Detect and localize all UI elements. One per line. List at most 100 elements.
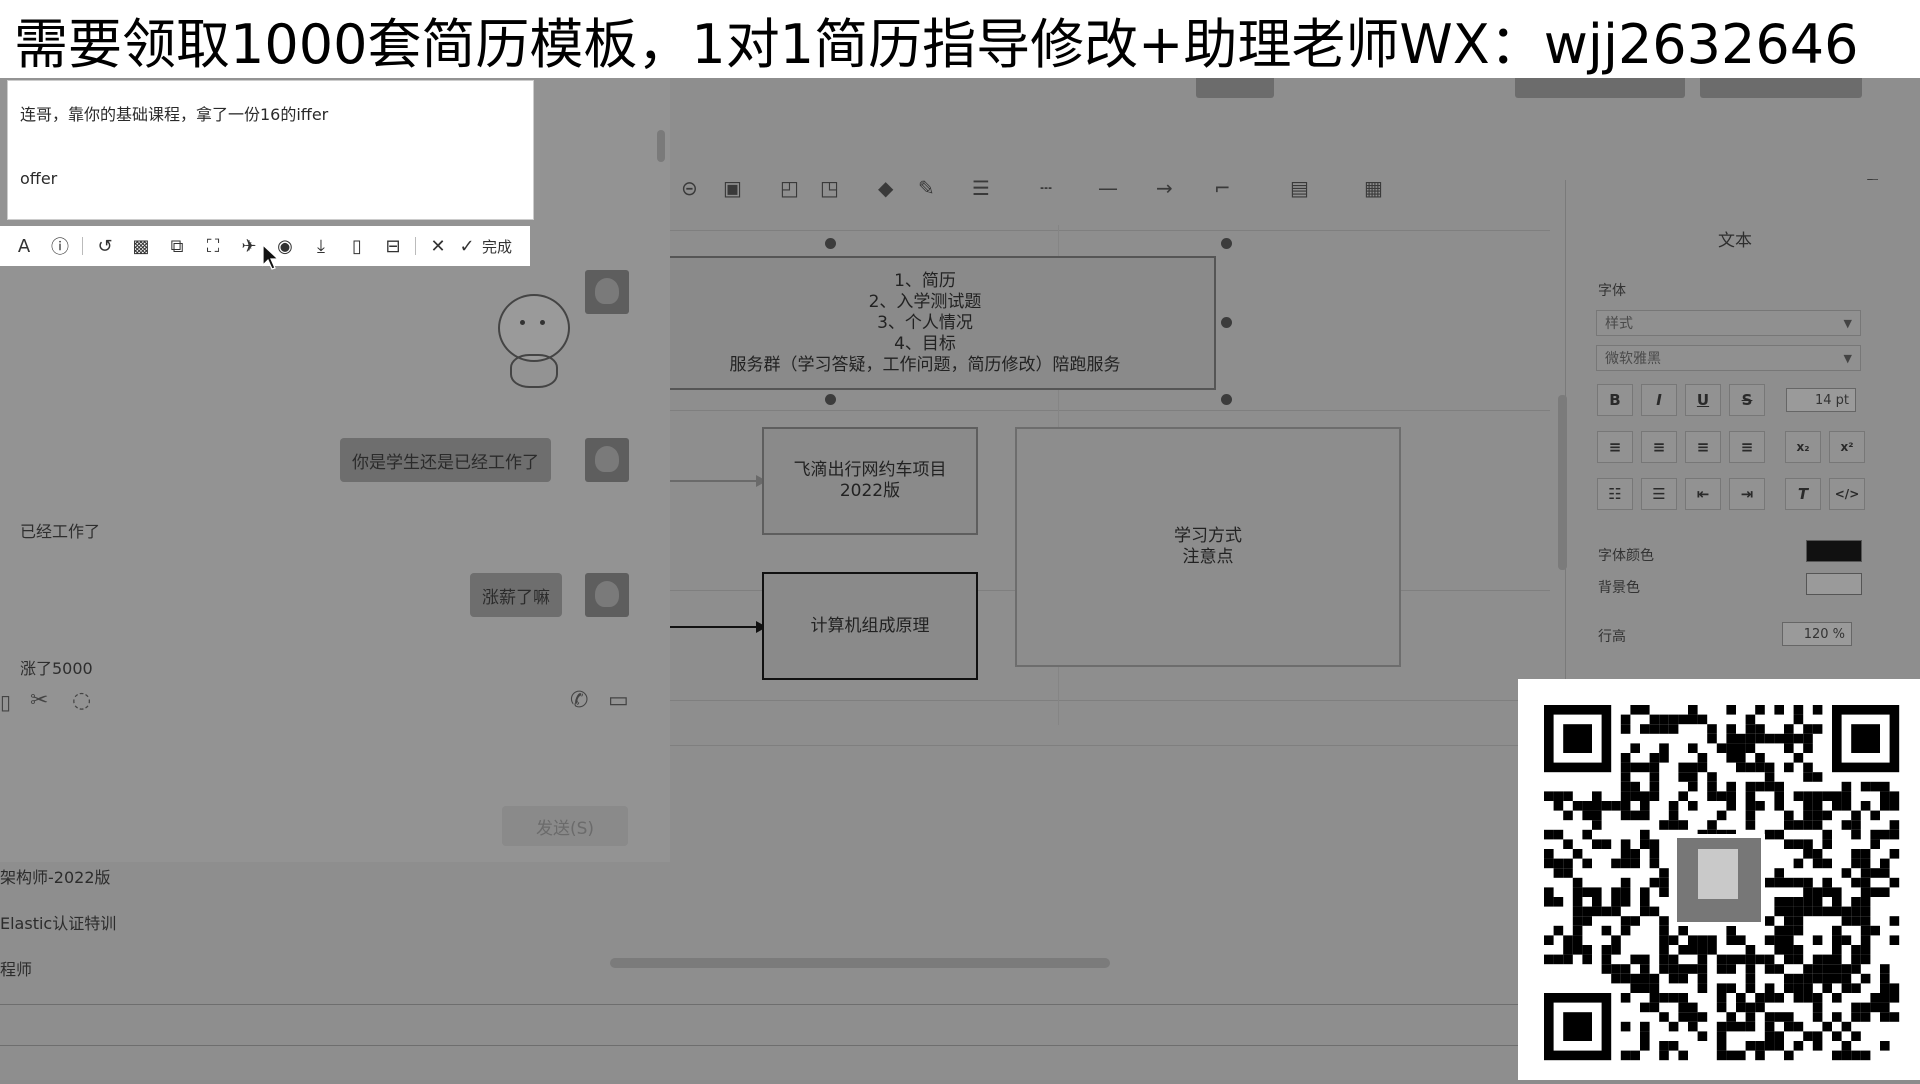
numbered-list-button[interactable]: ☷ (1597, 478, 1633, 510)
qr-code (1518, 679, 1920, 1080)
subscript-button[interactable]: x₂ (1785, 431, 1821, 463)
message-bubble-outgoing[interactable]: 涨薪了嘛 (470, 573, 562, 617)
to-front-icon[interactable]: ◰ (780, 176, 799, 200)
mouse-cursor-icon (262, 244, 280, 270)
snip-preview-popup: 连哥，靠你的基础课程，拿了一份16的iffer offer (7, 80, 534, 220)
avatar[interactable] (585, 438, 629, 482)
popup-message-line: 连哥，靠你的基础课程，拿了一份16的iffer (20, 105, 329, 124)
cartoon-sticker (490, 290, 570, 390)
underline-button[interactable]: U (1685, 384, 1721, 416)
to-back-icon[interactable]: ◳ (820, 176, 839, 200)
project-box[interactable]: 飞滴出行网约车项目 2022版 (762, 427, 978, 535)
qr-code-image (1544, 705, 1900, 1061)
image-icon[interactable]: ▣ (723, 176, 742, 200)
course-box-label: 计算机组成原理 (810, 615, 930, 636)
font-color-label: 字体颜色 (1598, 548, 1654, 564)
font-color-swatch[interactable] (1806, 540, 1862, 562)
chevron-down-icon: ▼ (1843, 317, 1852, 330)
download-icon[interactable]: ⤓ (303, 236, 339, 257)
resize-handle[interactable] (1221, 394, 1232, 405)
close-icon[interactable]: ✕ (420, 236, 456, 257)
font-family-value: 微软雅黑 (1605, 351, 1661, 367)
scissors-icon[interactable]: ✂ (30, 688, 48, 713)
connector-arrow[interactable] (668, 480, 758, 482)
info-icon[interactable]: ⓘ (42, 233, 78, 259)
format-panel (1565, 180, 1920, 680)
connector-arrow[interactable] (668, 626, 758, 628)
message-bubble-outgoing[interactable]: 你是学生还是已经工作了 (340, 438, 551, 482)
horizontal-scrollbar[interactable] (610, 958, 1110, 968)
align-center-button[interactable]: ≡ (1641, 431, 1677, 463)
font-size-input[interactable]: 14 pt (1786, 388, 1856, 412)
arrow-icon[interactable]: → (1156, 176, 1173, 200)
html-button[interactable]: </> (1829, 478, 1865, 510)
undo-icon[interactable]: ↺ (87, 236, 123, 257)
video-call-icon[interactable]: ▭ (608, 688, 629, 713)
resize-handle[interactable] (1221, 238, 1232, 249)
course-box[interactable]: 计算机组成原理 (762, 572, 978, 680)
table-icon[interactable]: ▦ (1364, 176, 1383, 200)
justify-button[interactable]: ≡ (1729, 431, 1765, 463)
panel-scrollbar[interactable] (1558, 395, 1567, 570)
align-left-button[interactable]: ≡ (1597, 431, 1633, 463)
line-height-input[interactable]: 120 % (1782, 622, 1852, 646)
resize-handle[interactable] (825, 394, 836, 405)
chevron-down-icon: ▼ (1843, 352, 1852, 365)
bg-color-label: 背景色 (1598, 580, 1640, 596)
fill-color-icon[interactable]: ◆ (878, 176, 893, 200)
note-shape[interactable]: 1、简历 2、入学测试题 3、个人情况 4、目标 服务群（学习答疑，工作问题，简… (668, 256, 1216, 390)
resize-handle[interactable] (825, 238, 836, 249)
ocr-icon[interactable]: ⛶ (195, 236, 231, 257)
align-icon[interactable]: ▤ (1290, 176, 1309, 200)
mosaic-icon[interactable]: ▩ (123, 236, 159, 257)
bookmark-icon[interactable]: ⊟ (375, 236, 411, 257)
list-item[interactable]: Elastic认证特训 (0, 910, 116, 934)
bullet-list-button[interactable]: ☰ (1641, 478, 1677, 510)
list-item[interactable]: 程师 (0, 956, 32, 980)
save-icon[interactable]: ▯ (339, 236, 375, 257)
note-text: 1、简历 2、入学测试题 3、个人情况 4、目标 服务群（学习答疑，工作问题，简… (729, 270, 1121, 375)
list-item[interactable]: 架构师-2022版 (0, 864, 111, 888)
italic-button[interactable]: I (1641, 384, 1677, 416)
chat-bubble-icon[interactable]: ◌ (72, 688, 91, 713)
superscript-button[interactable]: x² (1829, 431, 1865, 463)
avatar[interactable] (585, 270, 629, 314)
font-label: 字体 (1598, 283, 1626, 299)
link-icon[interactable]: ⊝ (681, 176, 698, 200)
strikethrough-button[interactable]: S (1729, 384, 1765, 416)
translate-icon[interactable]: ⧉ (159, 236, 195, 257)
message-text: 涨薪了嘛 (482, 587, 550, 608)
align-right-button[interactable]: ≡ (1685, 431, 1721, 463)
style-select[interactable]: 样式 ▼ (1596, 310, 1861, 336)
bold-button[interactable]: B (1597, 384, 1633, 416)
line-height-label: 行高 (1598, 629, 1626, 645)
folder-icon[interactable]: ▯ (0, 690, 11, 714)
text-icon[interactable]: A (6, 236, 42, 257)
avatar[interactable] (585, 573, 629, 617)
phone-icon[interactable]: ✆ (570, 688, 588, 713)
message-text: 你是学生还是已经工作了 (352, 452, 539, 473)
send-button[interactable]: 发送(S) (502, 806, 628, 846)
bg-color-swatch[interactable] (1806, 573, 1862, 595)
clear-format-button[interactable]: T (1785, 478, 1821, 510)
popup-message-line: offer (20, 169, 58, 188)
font-family-select[interactable]: 微软雅黑 ▼ (1596, 345, 1861, 371)
promo-banner-text: 需要领取1000套简历模板，1对1简历指导修改+助理老师WX：wjj263264… (14, 12, 1859, 76)
promo-banner: 需要领取1000套简历模板，1对1简历指导修改+助理老师WX：wjj263264… (0, 0, 1920, 78)
panel-title: 文本 (1718, 231, 1752, 251)
outdent-button[interactable]: ⇤ (1685, 478, 1721, 510)
chat-scrollbar[interactable] (657, 130, 665, 162)
line-width-icon[interactable]: ☰ (972, 176, 990, 200)
style-select-value: 样式 (1605, 316, 1633, 332)
message-incoming: 涨了5000 (20, 659, 93, 678)
indent-button[interactable]: ⇥ (1729, 478, 1765, 510)
line-color-icon[interactable]: ✎ (918, 176, 935, 200)
project-box-label: 飞滴出行网约车项目 2022版 (793, 460, 947, 501)
check-icon[interactable]: ✓ (456, 236, 478, 257)
line-shape-icon[interactable]: — (1098, 176, 1118, 200)
study-note-shape[interactable]: 学习方式 注意点 (1015, 427, 1401, 667)
line-style-icon[interactable]: ┄ (1040, 176, 1052, 200)
resize-handle[interactable] (1221, 317, 1232, 328)
connector-icon[interactable]: ⌐ (1214, 176, 1231, 200)
done-button-label[interactable]: 完成 (482, 236, 512, 257)
